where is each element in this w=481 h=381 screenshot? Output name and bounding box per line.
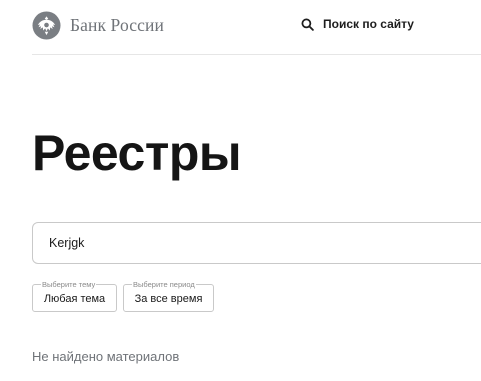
topic-filter-select[interactable]: Выберите тему Любая тема <box>32 280 117 312</box>
site-header: Банк России Поиск по сайту <box>0 0 481 56</box>
page-title: Реестры <box>32 125 242 181</box>
bank-of-russia-logo[interactable]: Банк России <box>32 11 164 40</box>
search-icon <box>301 18 314 31</box>
topic-filter-value: Любая тема <box>43 293 106 305</box>
period-filter-select[interactable]: Выберите период За все время <box>123 280 214 312</box>
search-field[interactable] <box>32 222 481 264</box>
header-divider <box>32 54 481 55</box>
period-filter-value: За все время <box>134 293 203 305</box>
period-filter-legend: Выберите период <box>132 280 196 289</box>
no-results-message: Не найдено материалов <box>32 349 180 364</box>
logo-text: Банк России <box>70 15 164 35</box>
site-search-link[interactable]: Поиск по сайту <box>301 17 414 31</box>
search-label: Поиск по сайту <box>323 17 414 31</box>
double-headed-eagle-icon <box>32 11 61 40</box>
topic-filter-legend: Выберите тему <box>41 280 97 289</box>
search-input[interactable] <box>49 223 469 263</box>
